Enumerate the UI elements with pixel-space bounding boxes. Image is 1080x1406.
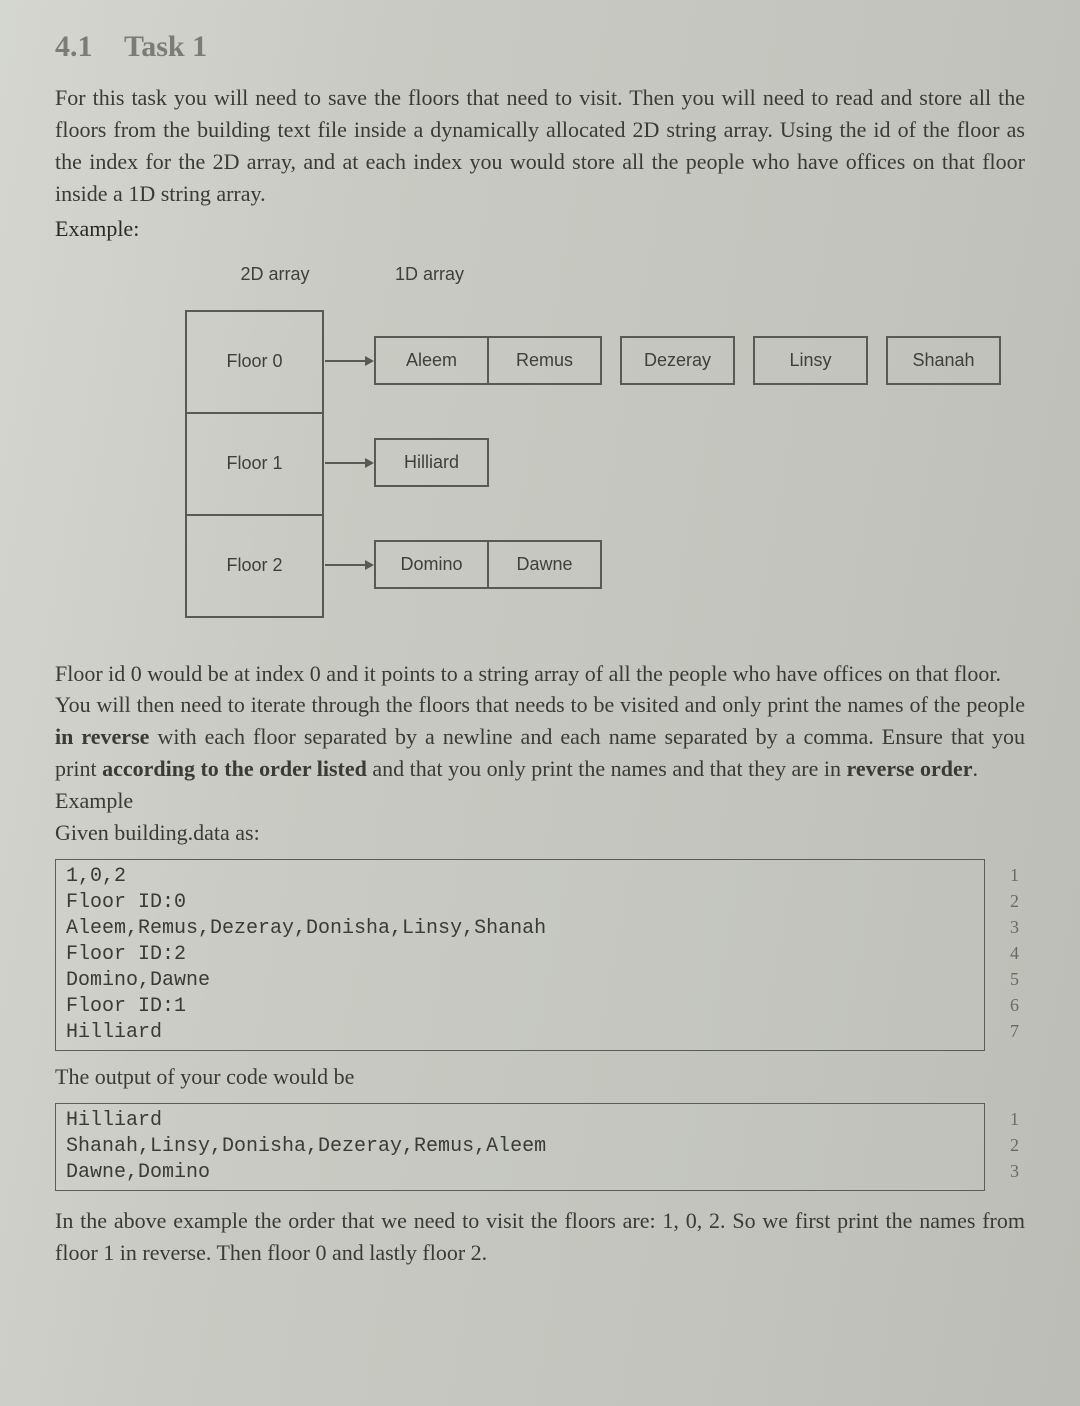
input-code-box: 1,0,2 Floor ID:0 Aleem,Remus,Dezeray,Don…: [55, 859, 985, 1051]
bold-text: in reverse: [55, 724, 149, 749]
output-code-body: Hilliard Shanah,Linsy,Donisha,Dezeray,Re…: [56, 1104, 984, 1190]
person-cell: Domino: [374, 540, 489, 589]
person-cell: Remus: [489, 336, 602, 385]
person-cell: Dawne: [489, 540, 602, 589]
person-cell: Linsy: [753, 336, 868, 385]
arrow-icon: [324, 560, 374, 570]
section-heading: 4.1 Task 1: [55, 30, 1025, 64]
rows-1d: Aleem Remus Dezeray Linsy Shanah Hilliar…: [324, 310, 1001, 616]
arrow-icon: [324, 458, 374, 468]
mid-paragraph-1: Floor id 0 would be at index 0 and it po…: [55, 658, 1025, 690]
input-code-body: 1,0,2 Floor ID:0 Aleem,Remus,Dezeray,Don…: [56, 860, 984, 1050]
intro-paragraph: For this task you will need to save the …: [55, 82, 1025, 210]
text: .: [972, 756, 978, 781]
section-title: Task 1: [124, 30, 207, 63]
output-label: The output of your code would be: [55, 1061, 1025, 1093]
people-row-2: Domino Dawne: [374, 540, 602, 589]
text: You will then need to iterate through th…: [55, 692, 1025, 717]
label-1d-array: 1D array: [395, 264, 464, 285]
person-cell: Shanah: [886, 336, 1001, 385]
given-label: Given building.data as:: [55, 817, 1025, 849]
bold-text: according to the order listed: [102, 756, 367, 781]
people-row-1: Hilliard: [374, 438, 489, 487]
diagram-body: Floor 0 Floor 1 Floor 2 Aleem Remus Deze…: [185, 310, 1025, 618]
row-1d-0: Aleem Remus Dezeray Linsy Shanah: [324, 310, 1001, 412]
floor-cell-2: Floor 2: [187, 516, 322, 616]
example-label: Example:: [55, 216, 1025, 242]
label-2d-array: 2D array: [200, 264, 350, 285]
person-cell: Aleem: [374, 336, 489, 385]
text: and that you only print the names and th…: [367, 756, 847, 781]
mid-paragraph-2: You will then need to iterate through th…: [55, 689, 1025, 785]
diagram-labels: 2D array 1D array: [185, 264, 1025, 285]
people-row-0: Aleem Remus Dezeray Linsy Shanah: [374, 336, 1001, 385]
closing-paragraph: In the above example the order that we n…: [55, 1205, 1025, 1269]
section-number: 4.1: [55, 30, 93, 63]
line-numbers: 123: [1010, 1108, 1019, 1186]
floors-2d-column: Floor 0 Floor 1 Floor 2: [185, 310, 324, 618]
output-code-box: Hilliard Shanah,Linsy,Donisha,Dezeray,Re…: [55, 1103, 985, 1191]
floor-cell-0: Floor 0: [187, 312, 322, 414]
floor-cell-1: Floor 1: [187, 414, 322, 516]
line-numbers: 1234567: [1010, 864, 1019, 1046]
row-1d-2: Domino Dawne: [324, 514, 1001, 616]
example-label-2: Example: [55, 785, 1025, 817]
array-diagram: 2D array 1D array Floor 0 Floor 1 Floor …: [185, 264, 1025, 618]
page: 4.1 Task 1 For this task you will need t…: [0, 0, 1080, 1406]
person-cell: Dezeray: [620, 336, 735, 385]
person-cell: Hilliard: [374, 438, 489, 487]
row-1d-1: Hilliard: [324, 412, 1001, 514]
arrow-icon: [324, 356, 374, 366]
bold-text: reverse order: [846, 756, 972, 781]
